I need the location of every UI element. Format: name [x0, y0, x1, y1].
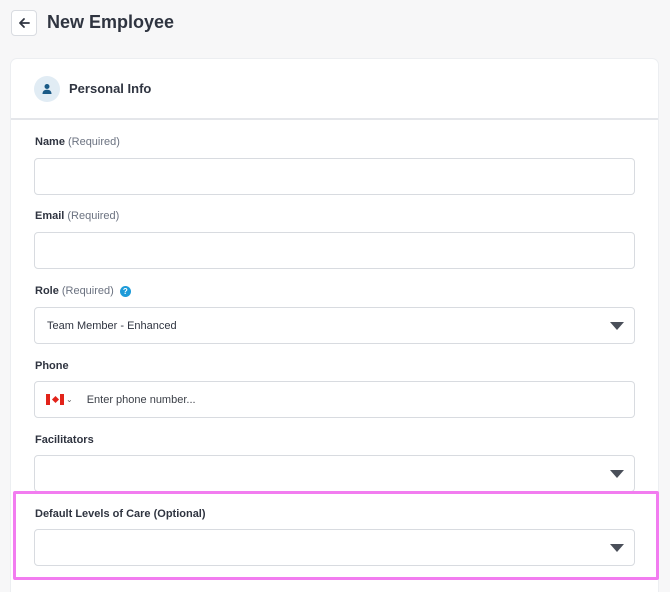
- back-button[interactable]: [11, 9, 37, 36]
- email-label-text: Email: [35, 210, 65, 222]
- country-chevron-icon: ⌄: [66, 395, 73, 404]
- personal-info-card: Personal Info Name (Required) Email (Req…: [11, 59, 658, 592]
- facilitators-label-text: Facilitators: [35, 434, 94, 446]
- levels-of-care-label: Default Levels of Care (Optional): [35, 508, 206, 520]
- arrow-left-icon: [19, 17, 30, 28]
- role-select[interactable]: Team Member - Enhanced: [34, 307, 635, 344]
- email-required-note: (Required): [67, 210, 120, 222]
- name-label: Name (Required): [35, 136, 120, 148]
- chevron-down-icon: [610, 470, 624, 478]
- chevron-down-icon: [610, 322, 624, 330]
- role-label-text: Role: [35, 285, 59, 297]
- person-icon: [34, 75, 60, 102]
- page-header: New Employee: [11, 9, 174, 36]
- phone-label: Phone: [35, 360, 69, 372]
- country-select[interactable]: ⌄: [46, 394, 73, 405]
- role-selected-value: Team Member - Enhanced: [47, 319, 177, 332]
- email-label: Email (Required): [35, 210, 119, 222]
- phone-label-text: Phone: [35, 360, 69, 372]
- section-title: Personal Info: [69, 81, 152, 96]
- phone-input[interactable]: ⌄ Enter phone number...: [34, 381, 635, 418]
- chevron-down-icon: [610, 544, 624, 552]
- levels-of-care-select[interactable]: [34, 529, 635, 566]
- phone-placeholder: Enter phone number...: [86, 393, 196, 406]
- help-icon[interactable]: ?: [119, 285, 131, 297]
- facilitators-select[interactable]: [34, 455, 635, 492]
- card-header: Personal Info: [11, 59, 658, 120]
- name-required-note: (Required): [67, 136, 120, 148]
- name-label-text: Name: [35, 136, 65, 148]
- role-label: Role (Required) ?: [35, 285, 131, 297]
- page-title: New Employee: [47, 12, 175, 32]
- email-input[interactable]: [34, 232, 635, 269]
- role-required-note: (Required): [61, 285, 114, 297]
- canada-flag-icon: [46, 394, 64, 405]
- levels-of-care-label-text: Default Levels of Care (Optional): [35, 508, 206, 520]
- name-input[interactable]: [34, 158, 635, 195]
- facilitators-label: Facilitators: [35, 434, 94, 446]
